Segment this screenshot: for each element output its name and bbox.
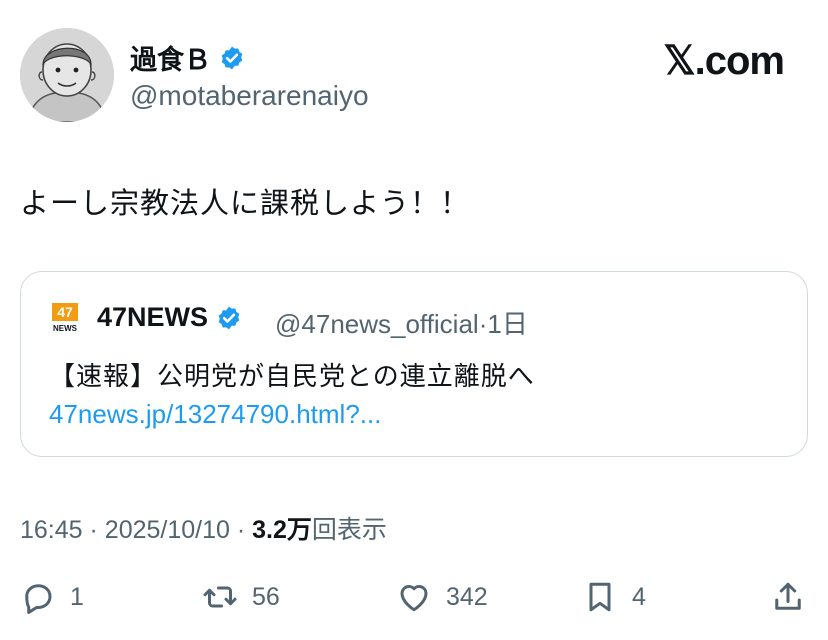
author-handle[interactable]: @motaberarenaiyo <box>130 80 369 112</box>
bookmark-button[interactable]: 4 <box>582 572 646 622</box>
quoted-post-time[interactable]: 1日 <box>487 309 527 339</box>
bookmark-icon <box>589 582 611 612</box>
post-meta: 16:45 · 2025/10/10 · 3.2万回表示 <box>20 510 387 546</box>
share-icon <box>775 582 801 610</box>
quoted-post-card[interactable]: 47 NEWS 47NEWS @47news_official·1日 【速報】公… <box>20 271 808 457</box>
tweet-text: よーし宗教法人に課税しよう！！ <box>20 186 471 220</box>
quoted-post-link[interactable]: 47news.jp/13274790.html?... <box>49 399 381 430</box>
quoted-post-text: 【速報】公明党が自民党との連立離脱へ <box>49 362 535 392</box>
like-count: 342 <box>446 582 488 611</box>
repost-count: 56 <box>252 582 280 611</box>
heart-icon <box>400 585 428 612</box>
quoted-author-name[interactable]: 47NEWS <box>97 302 208 333</box>
svg-text:47: 47 <box>57 304 73 320</box>
47news-logo-icon: 47 NEWS <box>51 302 79 334</box>
repost-icon <box>203 586 237 608</box>
quoted-meta: @47news_official·1日 <box>275 304 528 341</box>
verified-badge-icon <box>218 306 240 329</box>
reply-count: 1 <box>70 582 84 611</box>
quoted-author-handle[interactable]: @47news_official <box>275 309 479 339</box>
verified-badge-icon <box>221 46 243 69</box>
author-display-name[interactable]: 過食Ｂ <box>130 38 211 77</box>
x-logo[interactable]: 𝕏.com <box>663 38 785 84</box>
reply-icon <box>25 584 52 614</box>
quoted-author-name-row[interactable]: 47NEWS <box>97 302 242 333</box>
views-count: 3.2万 <box>252 516 312 544</box>
author-name-row[interactable]: 過食Ｂ <box>130 38 245 77</box>
meta-separator: · <box>236 516 246 544</box>
action-bar: 1 56 342 4 <box>0 572 828 622</box>
meta-separator: · <box>89 516 98 544</box>
post-date[interactable]: 2025/10/10 <box>105 516 230 544</box>
post-time[interactable]: 16:45 <box>20 516 83 544</box>
bookmark-count: 4 <box>632 582 646 611</box>
like-button[interactable]: 342 <box>396 572 488 622</box>
reply-button[interactable]: 1 <box>20 572 84 622</box>
repost-button[interactable]: 56 <box>202 572 280 622</box>
avatar[interactable] <box>20 28 114 122</box>
share-button[interactable] <box>770 572 806 622</box>
views-label: 回表示 <box>311 516 387 544</box>
svg-text:NEWS: NEWS <box>53 324 78 333</box>
avatar-illustration-icon <box>20 28 114 122</box>
